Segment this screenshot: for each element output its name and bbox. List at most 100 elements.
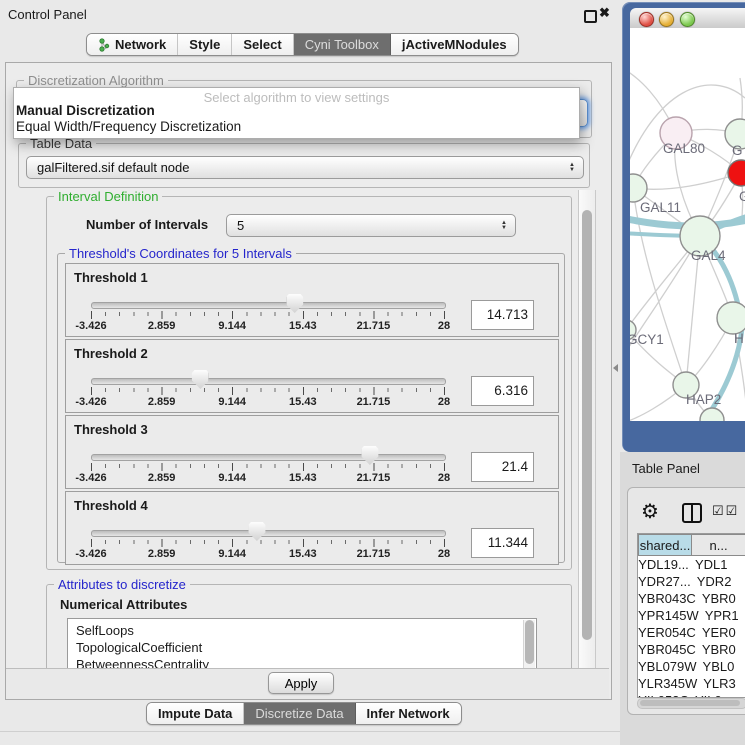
slider-track[interactable] [91,530,446,537]
algorithm-group-label: Discretization Algorithm [24,73,168,88]
node-attribute-table[interactable]: shared... n... YDL19...YDL1 YDR27...YDR2… [637,533,745,698]
tab-style[interactable]: Style [178,34,232,55]
column-header-shared[interactable]: shared... [638,534,692,556]
network-window-titlebar[interactable] [630,8,745,29]
threshold-value-field[interactable]: 11.344 [471,528,534,558]
slider-track[interactable] [91,302,446,309]
tab-jactivemnodules-label: jActiveMNodules [402,37,507,52]
slider-track[interactable] [91,454,446,461]
panel-scrollbar[interactable] [578,190,596,668]
algorithm-dropdown-popup: Select algorithm to view settings Manual… [13,87,580,139]
panel-resize-handle[interactable] [613,364,618,372]
gear-icon[interactable]: ⚙ [641,499,659,524]
list-item[interactable]: SelfLoops [68,622,536,639]
tab-cyni-toolbox[interactable]: Cyni Toolbox [294,34,391,55]
table-row[interactable]: YLR345WYLR3 [638,675,745,692]
slider-scale: -3.426 2.859 9.144 15.43 21.715 28 [91,472,444,486]
network-canvas[interactable]: GAL80 G G GAL11 GAL4 GCY1 H HAP2 [630,28,745,421]
node-h[interactable] [717,302,745,334]
threshold-slider[interactable]: -3.426 2.859 9.144 15.43 21.715 28 [91,340,444,412]
control-panel-tabbar: Network Style Select Cyni Toolbox jActiv… [86,33,519,56]
window-close-icon[interactable] [639,12,654,27]
table-row[interactable]: YBR043CYBR0 [638,590,745,607]
popup-option-equal-width-frequency[interactable]: Equal Width/Frequency Discretization [16,119,241,134]
tab-style-label: Style [189,37,220,52]
tab-cyni-toolbox-label: Cyni Toolbox [305,37,379,52]
threshold-row: Threshold 4 -3.426 2.859 9.144 15.43 21.… [65,491,559,565]
list-scrollbar[interactable] [523,620,535,674]
node-label-partial: G [732,143,743,158]
close-icon[interactable]: ✖ [599,5,610,21]
table-panel-title: Table Panel [632,461,700,476]
threshold-coordinates-label: Threshold's Coordinates for 5 Intervals [65,246,296,261]
combo-spinner-icon: ▲▼ [569,163,575,173]
bottom-divider [0,731,620,732]
apply-button[interactable]: Apply [268,672,334,694]
node-label-partial: H [734,331,744,346]
interval-definition-group: Interval Definition Number of Intervals … [46,196,572,570]
number-of-intervals-combobox[interactable]: 5 ▲▼ [226,214,516,237]
table-horizontal-scrollbar[interactable] [637,698,745,709]
number-of-intervals-label: Number of Intervals [86,217,208,232]
column-layout-icon[interactable] [682,503,702,523]
threshold-row: Threshold 3 -3.426 2.859 9.144 15.43 21.… [65,415,559,489]
interval-definition-label: Interval Definition [54,189,162,204]
number-of-intervals-value: 5 [237,218,244,233]
tab-select[interactable]: Select [232,34,293,55]
node-label-partial: G [739,189,745,204]
node-label-gal80: GAL80 [663,141,705,156]
table-row[interactable]: YER054CYER0 [638,624,745,641]
table-data-combobox[interactable]: galFiltered.sif default node ▲▼ [26,156,584,179]
control-panel-title: Control Panel [8,7,87,22]
threshold-coordinates-group: Threshold's Coordinates for 5 Intervals … [57,253,565,563]
table-row[interactable]: YDL19...YDL1 [638,556,745,573]
table-scrollbar-thumb[interactable] [640,700,740,706]
slider-ticks [91,463,445,472]
panel-scrollbar-thumb[interactable] [582,210,592,640]
table-row[interactable]: YDR27...YDR2 [638,573,745,590]
slider-ticks [91,539,445,548]
slider-ticks [91,387,445,396]
threshold-row: Threshold 1 -3.426 2.859 9.144 15.43 21.… [65,263,559,337]
threshold-slider[interactable]: -3.426 2.859 9.144 15.43 21.715 28 [91,416,444,488]
node-label-gal11: GAL11 [640,200,681,215]
numerical-attributes-label: Numerical Attributes [60,597,187,612]
table-row[interactable]: YPR145WYPR1 [638,607,745,624]
tab-impute-data[interactable]: Impute Data [147,703,244,724]
network-icon [98,38,110,52]
tab-infer-network[interactable]: Infer Network [356,703,461,724]
tab-discretize-data-label: Discretize Data [255,706,343,721]
tab-network[interactable]: Network [87,34,178,55]
tab-network-label: Network [115,37,166,52]
column-header-name[interactable]: n... [692,534,745,556]
window-minimize-icon[interactable] [659,12,674,27]
table-row[interactable]: YBL079WYBL0 [638,658,745,675]
attributes-group: Attributes to discretize Numerical Attri… [46,584,572,676]
table-data-value: galFiltered.sif default node [37,160,189,175]
node-label-gal4: GAL4 [691,248,726,263]
table-row[interactable]: YBR045CYBR0 [638,641,745,658]
threshold-slider[interactable]: -3.426 2.859 9.144 15.43 21.715 28 [91,492,444,564]
tab-impute-data-label: Impute Data [158,706,232,721]
app-root: Control Panel ✖ Network Style Select Cyn… [0,0,745,745]
threshold-value-field[interactable]: 21.4 [471,452,534,482]
popup-option-manual-discretization[interactable]: Manual Discretization [16,103,155,118]
tab-discretize-data[interactable]: Discretize Data [244,703,355,724]
slider-track[interactable] [91,378,446,385]
threshold-value-field[interactable]: 14.713 [471,300,534,330]
threshold-slider[interactable]: -3.426 2.859 9.144 15.43 21.715 28 [91,264,444,336]
window-zoom-icon[interactable] [680,12,695,27]
float-panel-icon[interactable] [584,10,597,23]
slider-ticks [91,311,445,320]
slider-scale: -3.426 2.859 9.144 15.43 21.715 28 [91,320,444,334]
bottom-tabbar: Impute Data Discretize Data Infer Networ… [146,702,462,725]
list-item[interactable]: TopologicalCoefficient [68,639,536,656]
table-header-row: shared... n... [638,534,745,556]
slider-scale: -3.426 2.859 9.144 15.43 21.715 28 [91,548,444,562]
slider-scale: -3.426 2.859 9.144 15.43 21.715 28 [91,396,444,410]
tab-select-label: Select [243,37,281,52]
node-gal11[interactable] [630,174,647,202]
threshold-value-field[interactable]: 6.316 [471,376,534,406]
checkbox-icons[interactable]: ☑☑ [712,503,739,519]
tab-jactivemnodules[interactable]: jActiveMNodules [391,34,518,55]
